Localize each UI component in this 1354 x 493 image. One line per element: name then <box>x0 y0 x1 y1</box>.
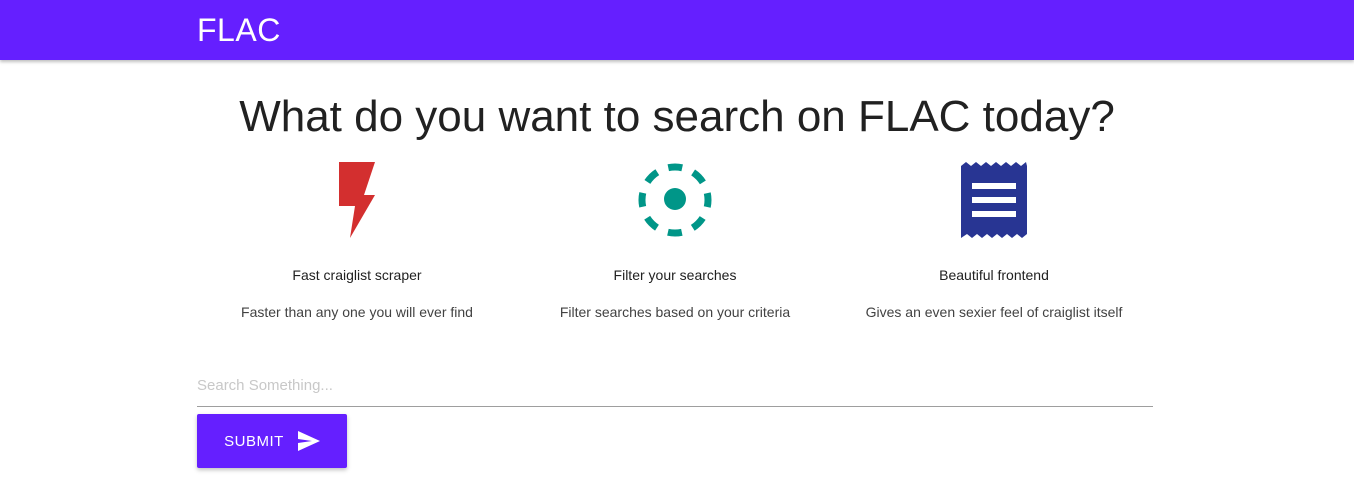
feature-beautiful-frontend: Beautiful frontend Gives an even sexier … <box>834 160 1154 321</box>
feature-fast-scraper: Fast craiglist scraper Faster than any o… <box>197 160 517 321</box>
feature-title: Fast craiglist scraper <box>292 267 422 283</box>
receipt-icon <box>834 160 1154 240</box>
brand-logo[interactable]: FLAC <box>197 11 281 49</box>
search-field <box>197 366 1153 407</box>
feature-filter-searches: Filter your searches Filter searches bas… <box>515 160 835 321</box>
flash-icon <box>197 160 517 240</box>
submit-button[interactable]: SUBMIT <box>197 414 347 468</box>
filter-center-focus-icon <box>515 160 835 240</box>
feature-description: Faster than any one you will ever find <box>241 304 473 320</box>
page-title: What do you want to search on FLAC today… <box>239 92 1115 141</box>
feature-title: Beautiful frontend <box>939 267 1049 283</box>
submit-label: SUBMIT <box>224 432 284 450</box>
send-icon <box>297 431 320 451</box>
feature-title: Filter your searches <box>613 267 737 283</box>
top-navbar: FLAC <box>0 0 1354 60</box>
feature-description: Filter searches based on your criteria <box>559 304 791 320</box>
feature-description: Gives an even sexier feel of craiglist i… <box>865 304 1123 320</box>
search-input[interactable] <box>197 366 1153 404</box>
